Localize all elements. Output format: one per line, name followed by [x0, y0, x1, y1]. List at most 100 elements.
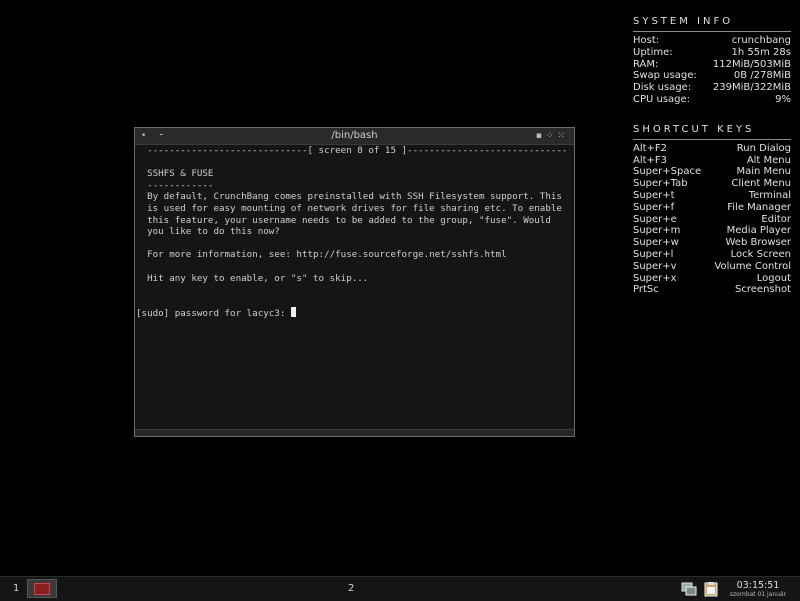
- shortcut-action: Alt Menu: [746, 154, 791, 166]
- shortcut-key: Super+v: [633, 260, 677, 272]
- info-row: Super+x Logout: [633, 273, 791, 285]
- shortcut-action: Web Browser: [725, 237, 791, 249]
- info-row: Super+t Terminal: [633, 190, 791, 202]
- shortcut-key: PrtSc: [633, 284, 659, 296]
- shortcut-action: Terminal: [748, 189, 791, 201]
- terminal-line: By default, CrunchBang comes preinstalle…: [136, 191, 562, 203]
- shortcut-action: Logout: [756, 272, 791, 284]
- shortcut-action: Editor: [761, 213, 791, 225]
- terminal-output[interactable]: -----------------------------[ screen 8 …: [136, 145, 573, 432]
- shortcut-action: Main Menu: [736, 166, 791, 178]
- workspace-2[interactable]: 2: [348, 577, 354, 601]
- sudo-prompt-line[interactable]: [sudo] password for lacyc3:: [136, 307, 573, 319]
- system-info-value: crunchbang: [731, 35, 791, 46]
- terminal-line: ------------: [136, 179, 214, 191]
- shortcut-key: Alt+F3: [633, 154, 668, 166]
- shortcut-action: Run Dialog: [736, 142, 791, 154]
- info-row: Host: crunchbang: [633, 35, 791, 47]
- iconify-icon[interactable]: ▪: [536, 131, 546, 141]
- shortcut-key: Super+e: [633, 213, 677, 225]
- conky-panel: SYSTEM INFO Host: crunchbang Uptime: 1h 55m…: [633, 16, 791, 296]
- divider: [633, 138, 791, 140]
- info-row: Super+f File Manager: [633, 202, 791, 214]
- divider: [633, 31, 791, 32]
- window-titlebar[interactable]: • ⁃ /bin/bash ▪⁘⁙: [135, 128, 574, 145]
- info-row: Super+v Volume Control: [633, 261, 791, 273]
- maximize-icon[interactable]: ⁘: [546, 131, 558, 141]
- system-info-value: 112MiB/503MiB: [712, 58, 791, 70]
- info-row: RAM: 112MiB/503MiB: [633, 59, 791, 71]
- info-row: Alt+F3 Alt Menu: [633, 155, 791, 167]
- terminal-line: -----------------------------[ screen 8 …: [136, 145, 568, 156]
- clock-date: szombat 01 január: [729, 591, 787, 598]
- shortcut-keys-list: Alt+F2 Run Dialog Alt+F3 Alt Menu Super+Spac…: [633, 143, 791, 296]
- shortcut-key: Super+Space: [633, 166, 702, 178]
- system-info-value: 239MiB/322MiB: [712, 82, 791, 94]
- info-row: Super+m Media Player: [633, 225, 791, 237]
- system-info-label: Disk usage:: [633, 82, 692, 94]
- shortcut-action: Screenshot: [735, 284, 791, 296]
- taskbar-terminal-button[interactable]: [27, 579, 57, 598]
- terminal-app-icon: [34, 583, 50, 595]
- system-info-list: Host: crunchbang Uptime: 1h 55m 28s RAM: 112M…: [633, 35, 791, 106]
- clock[interactable]: 03:15:51 szombat 01 január: [728, 580, 788, 599]
- shortcut-action: File Manager: [727, 201, 791, 213]
- system-info-label: RAM:: [633, 58, 659, 70]
- shortcut-key: Alt+F2: [633, 142, 668, 154]
- terminal-window[interactable]: • ⁃ /bin/bash ▪⁘⁙ ----------------------…: [134, 127, 575, 437]
- system-info-label: CPU usage:: [633, 93, 691, 105]
- info-row: Uptime: 1h 55m 28s: [633, 47, 791, 59]
- terminal-line: For more information, see: http://fuse.s…: [136, 249, 507, 261]
- info-row: Disk usage: 239MiB/322MiB: [633, 82, 791, 94]
- sudo-prompt: [sudo] password for lacyc3:: [136, 308, 291, 320]
- terminal-line: Hit any key to enable, or "s" to skip...: [136, 272, 369, 284]
- clipboard-icon[interactable]: [703, 581, 719, 597]
- info-row: PrtSc Screenshot: [633, 284, 791, 296]
- shortcut-keys-heading: SHORTCUT KEYS: [633, 123, 755, 135]
- shortcut-action: Lock Screen: [730, 248, 791, 260]
- terminal-line: is used for easy mounting of network dri…: [136, 202, 562, 214]
- shortcut-key: Super+l: [633, 248, 674, 260]
- taskbar: 1 2 03:15:51 szombat 01 január: [0, 576, 800, 601]
- shortcut-action: Client Menu: [731, 178, 791, 190]
- system-info-label: Uptime:: [633, 46, 673, 58]
- info-row: Super+Space Main Menu: [633, 166, 791, 178]
- window-title: /bin/bash: [331, 130, 378, 141]
- window-menu-icons[interactable]: • ⁃: [141, 128, 169, 144]
- text-cursor: [290, 307, 296, 318]
- system-info-value: 1h 55m 28s: [731, 46, 791, 58]
- system-info-label: Swap usage:: [633, 70, 697, 82]
- info-row: Alt+F2 Run Dialog: [633, 143, 791, 155]
- shortcut-key: Super+x: [633, 272, 677, 284]
- clock-time: 03:15:51: [736, 580, 780, 591]
- info-row: Super+Tab Client Menu: [633, 178, 791, 190]
- workspace-1[interactable]: 1: [13, 577, 19, 601]
- terminal-line: SSHFS & FUSE: [136, 168, 214, 180]
- window-controls[interactable]: ▪⁘⁙: [536, 128, 569, 144]
- shortcut-key: Super+w: [633, 237, 679, 249]
- shortcut-key: Super+Tab: [633, 178, 688, 190]
- window-bottom-frame: [135, 429, 574, 436]
- terminal-line: this feature, your username needs to be …: [136, 214, 551, 226]
- shortcut-action: Volume Control: [714, 260, 791, 272]
- info-row: Super+w Web Browser: [633, 237, 791, 249]
- shortcut-action: Media Player: [726, 225, 791, 237]
- system-info-heading: SYSTEM INFO: [633, 16, 734, 27]
- info-row: Super+e Editor: [633, 214, 791, 226]
- network-icon[interactable]: [681, 581, 697, 597]
- info-row: CPU usage: 9%: [633, 94, 791, 106]
- close-icon[interactable]: ⁙: [557, 131, 569, 141]
- info-row: Swap usage: 0B /278MiB: [633, 70, 791, 82]
- system-info-label: Host:: [633, 35, 660, 46]
- shortcut-key: Super+m: [633, 225, 681, 237]
- system-info-value: 9%: [775, 93, 791, 105]
- shortcut-key: Super+f: [633, 201, 675, 213]
- terminal-line: you like to do this now?: [136, 226, 280, 238]
- system-info-value: 0B /278MiB: [733, 70, 791, 82]
- info-row: Super+l Lock Screen: [633, 249, 791, 261]
